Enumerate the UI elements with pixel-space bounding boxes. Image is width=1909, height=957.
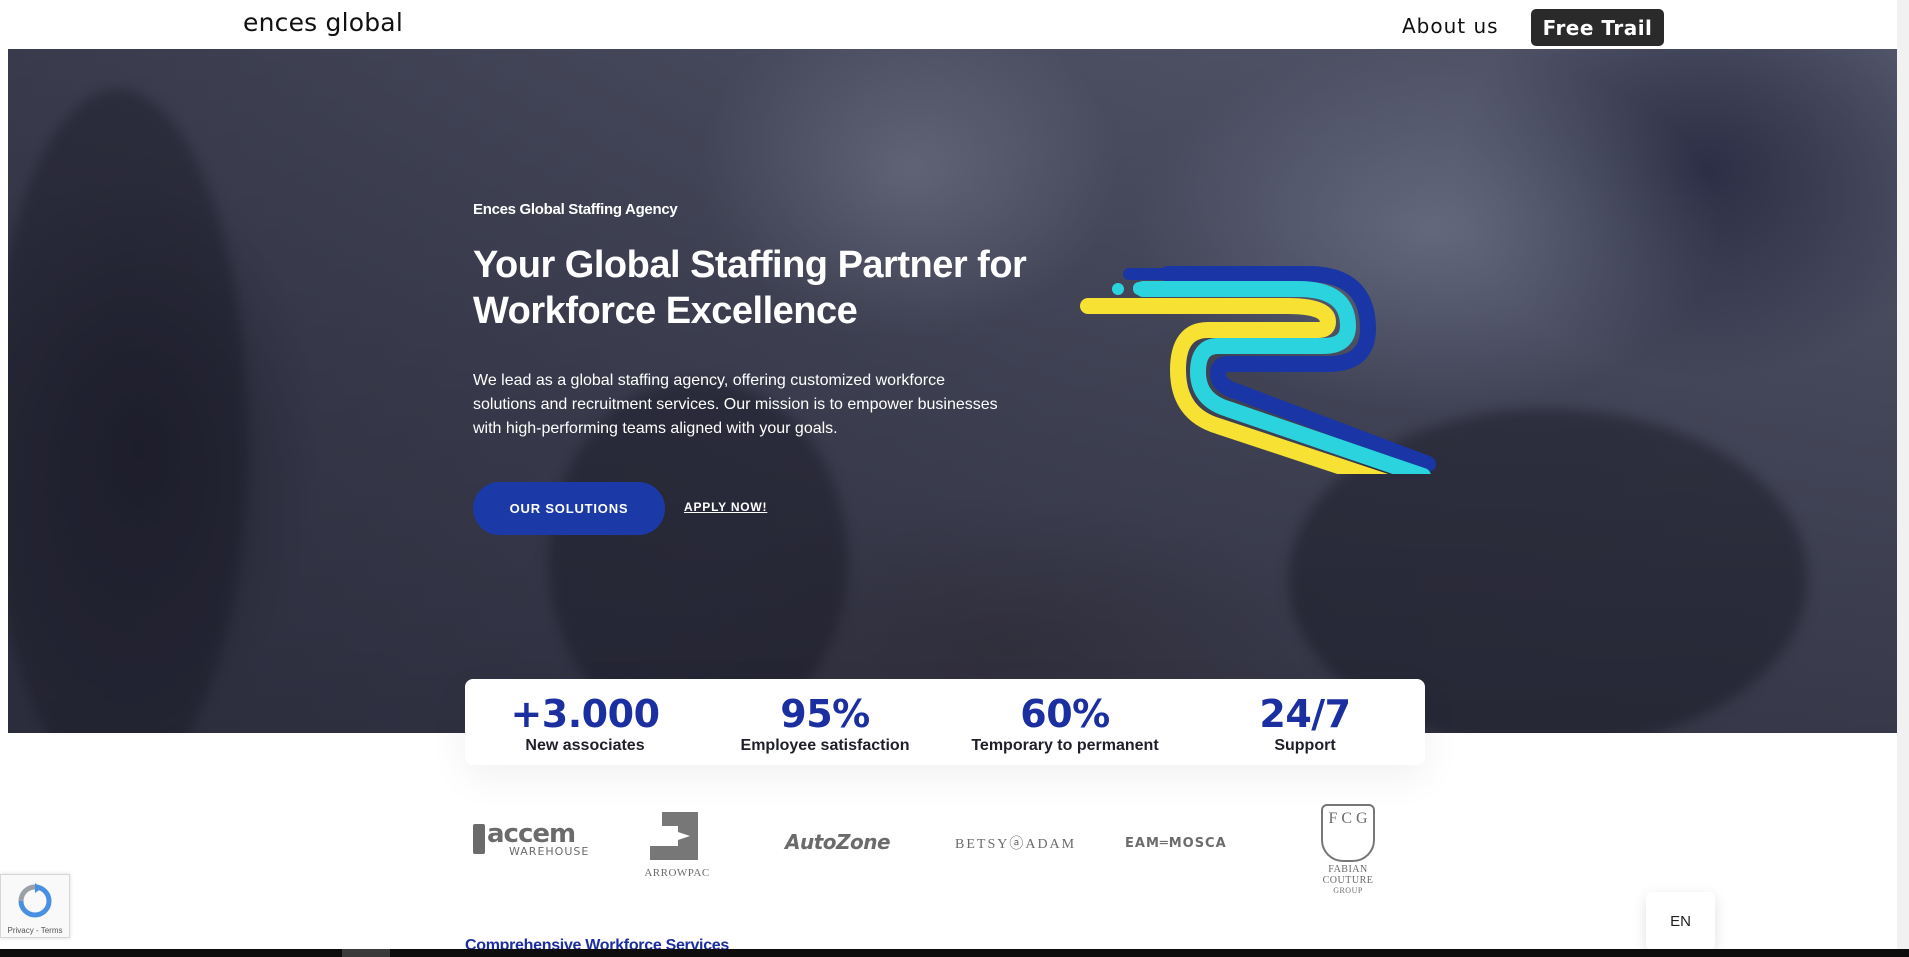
- stat-value: 60%: [1020, 692, 1110, 736]
- bottom-taskbar: [0, 949, 1909, 957]
- page-scrollbar[interactable]: [1897, 0, 1909, 949]
- stat-label: Support: [1274, 737, 1336, 754]
- client-logo-text: accem: [487, 819, 576, 849]
- client-logo-eam-mosca: EAM═MOSCA: [1125, 836, 1227, 851]
- stat-new-associates: +3.000 New associates: [465, 679, 705, 765]
- client-logo-text: ARROWPAC: [644, 867, 710, 879]
- stat-employee-satisfaction: 95% Employee satisfaction: [705, 679, 945, 765]
- recaptcha-icon: [18, 883, 52, 918]
- stat-support: 24/7 Support: [1185, 679, 1425, 765]
- client-logo-text: FABIAN COUTURE: [1322, 864, 1374, 886]
- free-trial-button[interactable]: Free Trail: [1531, 9, 1664, 46]
- language-switcher[interactable]: EN: [1646, 892, 1715, 950]
- stat-label: Temporary to permanent: [971, 737, 1159, 754]
- stat-value: +3.000: [510, 692, 660, 736]
- nav-about-us-link[interactable]: About us: [1402, 14, 1499, 38]
- client-logo-accem: accem WAREHOUSE: [473, 819, 589, 857]
- hero-section: Ences Global Staffing Agency Your Global…: [8, 49, 1897, 733]
- ences-brand-mark-icon: [1080, 266, 1436, 474]
- top-navigation: ences global About us Free Trail: [0, 0, 1909, 49]
- stat-label: New associates: [525, 737, 645, 754]
- arrowpac-arrow-icon: [650, 812, 698, 860]
- client-logo-text: AutoZone: [785, 830, 891, 854]
- stat-value: 24/7: [1259, 692, 1351, 736]
- client-logo-text: BETSYⓐADAM: [955, 837, 1077, 852]
- client-logo-arrowpac: ARROWPAC: [642, 812, 712, 879]
- taskbar-tab[interactable]: [342, 949, 390, 957]
- client-logo-betsy-adam: BETSYⓐADAM: [955, 833, 1076, 853]
- client-logo-text: EAM═MOSCA: [1125, 836, 1227, 851]
- client-logo-autozone: AutoZone: [785, 830, 891, 854]
- stat-temporary-to-permanent: 60% Temporary to permanent: [945, 679, 1185, 765]
- stat-value: 95%: [780, 692, 870, 736]
- stat-label: Employee satisfaction: [740, 737, 910, 754]
- apply-now-link[interactable]: APPLY NOW!: [684, 500, 767, 514]
- hero-eyebrow: Ences Global Staffing Agency: [473, 201, 678, 218]
- accem-mark-icon: [473, 824, 485, 854]
- fcg-shield-icon: F C G: [1321, 804, 1375, 862]
- client-logo-fabian-couture: F C G FABIAN COUTURE GROUP: [1303, 804, 1393, 895]
- client-logos-strip: accem WAREHOUSE ARROWPAC AutoZone BETSYⓐ…: [465, 800, 1425, 895]
- recaptcha-privacy-terms[interactable]: Privacy - Terms: [1, 926, 69, 935]
- hero-description: We lead as a global staffing agency, off…: [473, 372, 998, 437]
- client-logo-subtext: GROUP: [1333, 886, 1363, 895]
- our-solutions-button[interactable]: OUR SOLUTIONS: [473, 482, 665, 535]
- hero-headline: Your Global Staffing Partner for Workfor…: [473, 244, 1027, 332]
- recaptcha-badge[interactable]: Privacy - Terms: [0, 874, 70, 938]
- stats-card: +3.000 New associates 95% Employee satis…: [465, 679, 1425, 765]
- brand-logo[interactable]: ences global: [243, 8, 403, 37]
